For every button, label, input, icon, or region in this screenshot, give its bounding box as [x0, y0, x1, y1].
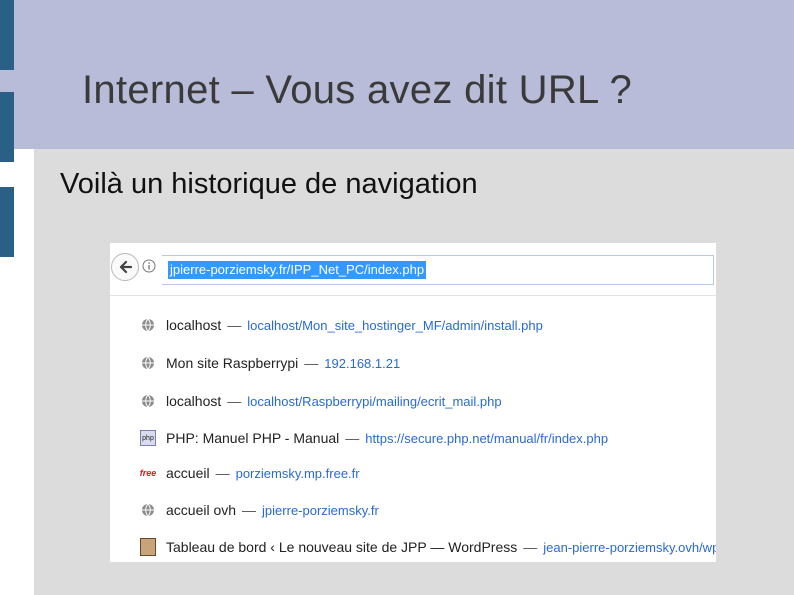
- history-item-title: Mon site Raspberrypi: [166, 355, 299, 371]
- history-item-title: accueil: [166, 465, 210, 481]
- free-badge: free: [139, 468, 157, 478]
- history-item-title: localhost: [166, 317, 222, 333]
- decor-bar: [0, 0, 14, 70]
- slide-subtitle: Voilà un historique de navigation: [60, 168, 478, 200]
- free-icon: free: [139, 465, 157, 481]
- history-item-url: porziemsky.mp.free.fr: [235, 465, 360, 481]
- history-item-url: jpierre-porziemsky.fr: [262, 502, 379, 518]
- globe-icon: [140, 355, 156, 371]
- avatar-icon: [140, 538, 156, 556]
- history-item-separator: —: [345, 430, 360, 446]
- history-item[interactable]: php PHP: Manuel PHP - Manual — https://s…: [140, 426, 710, 450]
- globe-icon: [140, 502, 156, 518]
- history-item-url: jean-pierre-porziemsky.ovh/wp-admin/: [543, 539, 716, 555]
- site-info-icon[interactable]: [141, 258, 157, 274]
- url-text-selected[interactable]: jpierre-porziemsky.fr/IPP_Net_PC/index.p…: [168, 261, 427, 279]
- back-arrow-icon: [119, 260, 133, 274]
- history-item-separator: —: [304, 355, 319, 371]
- history-item-url: https://secure.php.net/manual/fr/index.p…: [365, 430, 609, 446]
- back-button[interactable]: [111, 253, 139, 281]
- php-icon: php: [140, 430, 156, 446]
- decor-bar: [0, 92, 14, 162]
- php-badge: php: [140, 430, 156, 446]
- address-bar: jpierre-porziemsky.fr/IPP_Net_PC/index.p…: [110, 243, 716, 296]
- history-item[interactable]: localhost — localhost/Raspberrypi/mailin…: [140, 389, 710, 413]
- history-item-separator: —: [215, 465, 230, 481]
- decor-bar: [0, 187, 14, 257]
- history-item-separator: —: [523, 539, 538, 555]
- globe-icon: [140, 317, 156, 333]
- history-item[interactable]: accueil ovh — jpierre-porziemsky.fr: [140, 498, 710, 522]
- history-item-title: accueil ovh: [166, 502, 237, 518]
- history-item-separator: —: [227, 393, 242, 409]
- history-item[interactable]: Mon site Raspberrypi — 192.168.1.21: [140, 351, 710, 375]
- history-item[interactable]: Tableau de bord ‹ Le nouveau site de JPP…: [140, 535, 716, 559]
- history-item-title: Tableau de bord ‹ Le nouveau site de JPP…: [166, 539, 518, 555]
- history-item[interactable]: free accueil — porziemsky.mp.free.fr: [140, 461, 710, 485]
- globe-icon: [140, 393, 156, 409]
- history-item-url: 192.168.1.21: [324, 355, 401, 371]
- history-item[interactable]: localhost — localhost/Mon_site_hostinger…: [140, 313, 710, 337]
- history-item-separator: —: [242, 502, 257, 518]
- slide-title: Internet – Vous avez dit URL ?: [82, 68, 633, 112]
- browser-screenshot: jpierre-porziemsky.fr/IPP_Net_PC/index.p…: [110, 243, 716, 562]
- history-item-url: localhost/Raspberrypi/mailing/ecrit_mail…: [247, 393, 502, 409]
- history-item-separator: —: [227, 317, 242, 333]
- history-item-title: localhost: [166, 393, 222, 409]
- history-item-url: localhost/Mon_site_hostinger_MF/admin/in…: [247, 317, 543, 333]
- history-item-title: PHP: Manuel PHP - Manual: [166, 430, 340, 446]
